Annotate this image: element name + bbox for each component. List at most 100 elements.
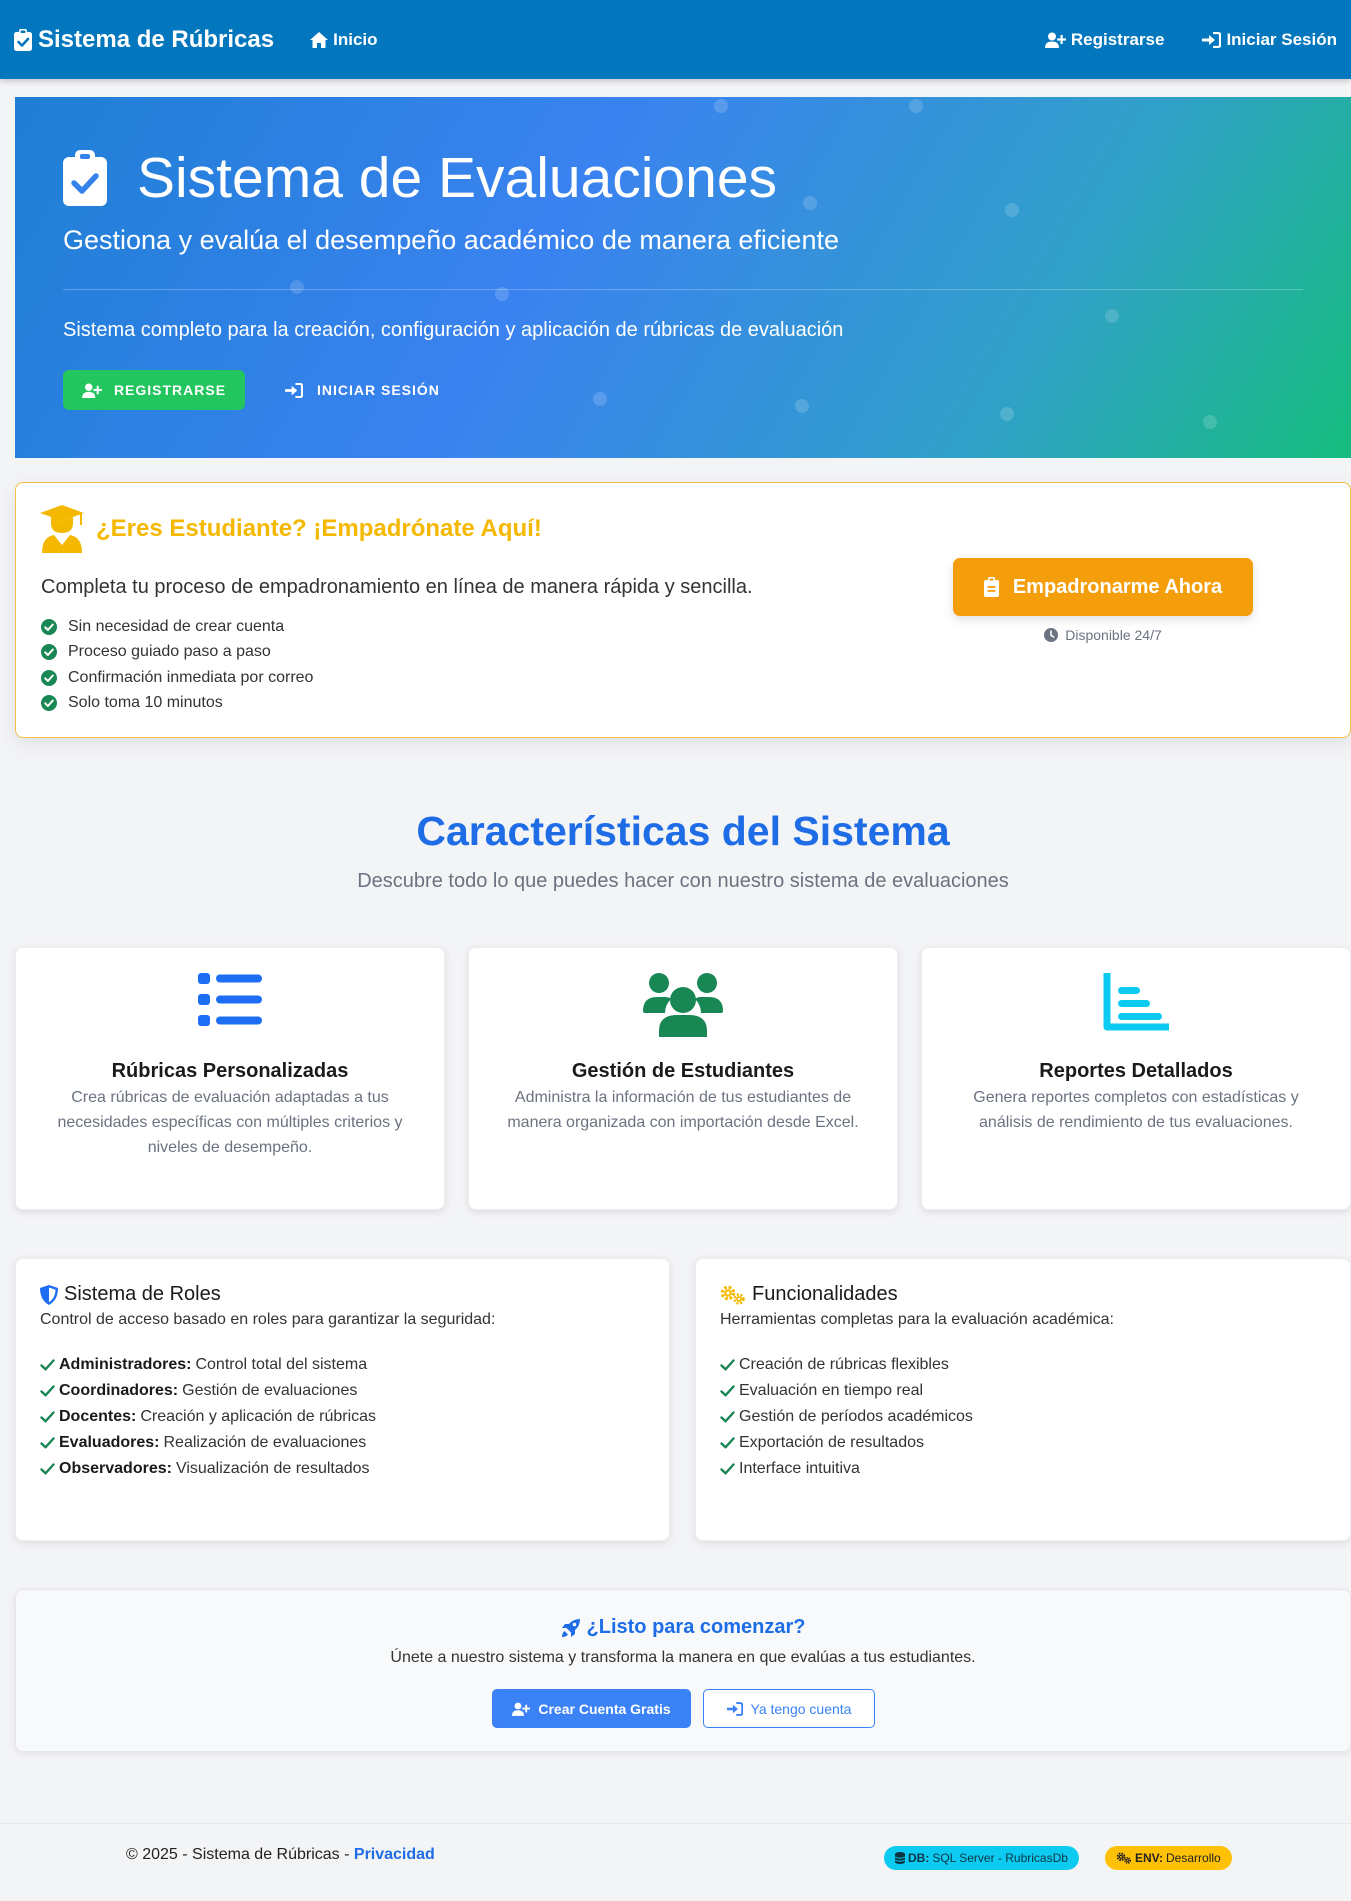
feature-card-rubrics: Rúbricas Personalizadas Crea rúbricas de… bbox=[15, 947, 445, 1210]
navbar: Sistema de Rúbricas Inicio Registrarse I… bbox=[0, 0, 1351, 79]
check-icon bbox=[720, 1437, 735, 1449]
student-enrollment-card: ¿Eres Estudiante? ¡Empadrónate Aquí! Com… bbox=[15, 482, 1351, 738]
cta-description: Únete a nuestro sistema y transforma la … bbox=[390, 1649, 976, 1666]
decorative-dot bbox=[714, 99, 728, 113]
hero-title-text: Sistema de Evaluaciones bbox=[137, 146, 778, 210]
list-item: Administradores: Control total del siste… bbox=[40, 1352, 376, 1378]
check-icon bbox=[720, 1411, 735, 1423]
role-desc: Control total del sistema bbox=[195, 1356, 368, 1373]
brand-label: Sistema de Rúbricas bbox=[38, 25, 275, 53]
chart-bar-icon bbox=[1103, 973, 1169, 1031]
user-plus-icon bbox=[512, 1702, 531, 1716]
roles-card: Sistema de Roles Control de acceso basad… bbox=[15, 1258, 670, 1541]
user-plus-icon bbox=[1044, 32, 1066, 48]
create-account-label: Crear Cuenta Gratis bbox=[538, 1700, 671, 1717]
list-item: Confirmación inmediata por correo bbox=[41, 665, 313, 691]
list-item-text: Exportación de resultados bbox=[739, 1434, 924, 1451]
users-icon bbox=[643, 973, 723, 1037]
shield-icon bbox=[40, 1284, 58, 1305]
features-title: Características del Sistema bbox=[416, 808, 950, 854]
nav-home-link[interactable]: Inicio bbox=[310, 29, 378, 50]
create-account-button[interactable]: Crear Cuenta Gratis bbox=[492, 1689, 691, 1728]
role-desc: Gestión de evaluaciones bbox=[182, 1382, 358, 1399]
env-badge: ENV: Desarrollo bbox=[1105, 1846, 1232, 1870]
decorative-dot bbox=[593, 392, 607, 406]
hero-register-button[interactable]: REGISTRARSE bbox=[63, 370, 245, 410]
decorative-dot bbox=[1005, 203, 1019, 217]
db-value: SQL Server - RubricasDb bbox=[932, 1851, 1068, 1865]
feature-card-reports: Reportes Detallados Genera reportes comp… bbox=[921, 947, 1351, 1210]
list-item-text: Solo toma 10 minutos bbox=[68, 694, 223, 712]
database-icon bbox=[895, 1852, 905, 1864]
db-badge: DB: SQL Server - RubricasDb bbox=[884, 1846, 1079, 1870]
footer-copyright: © 2025 - Sistema de Rúbricas - Privacida… bbox=[126, 1846, 435, 1864]
hero-subtitle: Gestiona y evalúa el desempeño académico… bbox=[63, 225, 839, 255]
list-item: Coordinadores: Gestión de evaluaciones bbox=[40, 1378, 376, 1404]
role-name: Observadores: bbox=[59, 1460, 172, 1477]
check-icon bbox=[720, 1385, 735, 1397]
check-icon bbox=[40, 1463, 55, 1475]
hero-description: Sistema completo para la creación, confi… bbox=[63, 319, 844, 341]
graduate-icon bbox=[40, 505, 84, 553]
divider bbox=[63, 289, 1303, 290]
cta-title: ¿Listo para comenzar? bbox=[16, 1616, 1350, 1639]
list-item: Gestión de períodos académicos bbox=[720, 1404, 973, 1430]
list-item-text: Proceso guiado paso a paso bbox=[68, 643, 271, 661]
clipboard-check-icon bbox=[63, 150, 107, 206]
student-benefits-list: Sin necesidad de crear cuenta Proceso gu… bbox=[41, 614, 313, 716]
cta-title-text: ¿Listo para comenzar? bbox=[586, 1616, 806, 1638]
role-name: Administradores: bbox=[59, 1356, 192, 1373]
navbar-brand[interactable]: Sistema de Rúbricas bbox=[14, 26, 274, 54]
hero-login-button[interactable]: INICIAR SESIÓN bbox=[285, 370, 440, 410]
feature-card-title: Reportes Detallados bbox=[1039, 1060, 1233, 1082]
clock-icon bbox=[1044, 628, 1059, 642]
decorative-dot bbox=[1000, 407, 1014, 421]
role-name: Docentes: bbox=[59, 1408, 137, 1425]
enroll-now-button[interactable]: Empadronarme Ahora bbox=[953, 558, 1253, 616]
env-value: Desarrollo bbox=[1166, 1851, 1221, 1865]
rocket-icon bbox=[561, 1618, 581, 1638]
list-icon bbox=[198, 973, 262, 1027]
check-icon bbox=[720, 1463, 735, 1475]
list-item: Exportación de resultados bbox=[720, 1430, 973, 1456]
list-item-text: Sin necesidad de crear cuenta bbox=[68, 617, 285, 635]
cogs-icon bbox=[1116, 1852, 1132, 1864]
sign-in-icon bbox=[1202, 31, 1222, 48]
list-item: Sin necesidad de crear cuenta bbox=[41, 614, 313, 640]
list-item: Observadores: Visualización de resultado… bbox=[40, 1456, 376, 1482]
list-item-text: Interface intuitiva bbox=[739, 1460, 860, 1477]
env-label: ENV: bbox=[1135, 1851, 1164, 1865]
feature-card-text: Genera reportes completos con estadístic… bbox=[973, 1089, 1299, 1131]
nav-home-label: Inicio bbox=[333, 29, 378, 49]
copyright-text: © 2025 - Sistema de Rúbricas - bbox=[126, 1846, 354, 1863]
check-icon bbox=[40, 1437, 55, 1449]
list-item: Docentes: Creación y aplicación de rúbri… bbox=[40, 1404, 376, 1430]
check-circle-icon bbox=[41, 644, 57, 661]
role-desc: Visualización de resultados bbox=[175, 1460, 370, 1477]
nav-register-link[interactable]: Registrarse bbox=[1044, 29, 1165, 50]
feature-card-title: Rúbricas Personalizadas bbox=[111, 1060, 349, 1082]
functionalities-title: Funcionalidades bbox=[720, 1283, 898, 1306]
role-desc: Realización de evaluaciones bbox=[163, 1434, 367, 1451]
check-icon bbox=[40, 1359, 55, 1371]
user-plus-icon bbox=[82, 382, 102, 398]
role-name: Coordinadores: bbox=[59, 1382, 179, 1399]
hero-login-label: INICIAR SESIÓN bbox=[317, 382, 440, 398]
decorative-dot bbox=[909, 99, 923, 113]
hero-banner: Sistema de Evaluaciones Gestiona y evalú… bbox=[15, 97, 1351, 458]
decorative-dot bbox=[1105, 309, 1119, 323]
db-label: DB: bbox=[908, 1851, 930, 1865]
nav-register-label: Registrarse bbox=[1070, 29, 1165, 49]
have-account-button[interactable]: Ya tengo cuenta bbox=[703, 1689, 875, 1728]
roles-description: Control de acceso basado en roles para g… bbox=[40, 1311, 496, 1328]
hero-title: Sistema de Evaluaciones bbox=[63, 145, 777, 211]
have-account-label: Ya tengo cuenta bbox=[750, 1700, 852, 1717]
sign-in-icon bbox=[726, 1701, 743, 1716]
clipboard-check-icon bbox=[14, 28, 32, 51]
roles-list: Administradores: Control total del siste… bbox=[40, 1352, 376, 1482]
list-item-text: Gestión de períodos académicos bbox=[739, 1408, 973, 1425]
list-item: Evaluadores: Realización de evaluaciones bbox=[40, 1430, 376, 1456]
nav-login-link[interactable]: Iniciar Sesión bbox=[1202, 30, 1337, 50]
privacy-link[interactable]: Privacidad bbox=[354, 1846, 435, 1863]
hero-register-label: REGISTRARSE bbox=[113, 382, 227, 398]
